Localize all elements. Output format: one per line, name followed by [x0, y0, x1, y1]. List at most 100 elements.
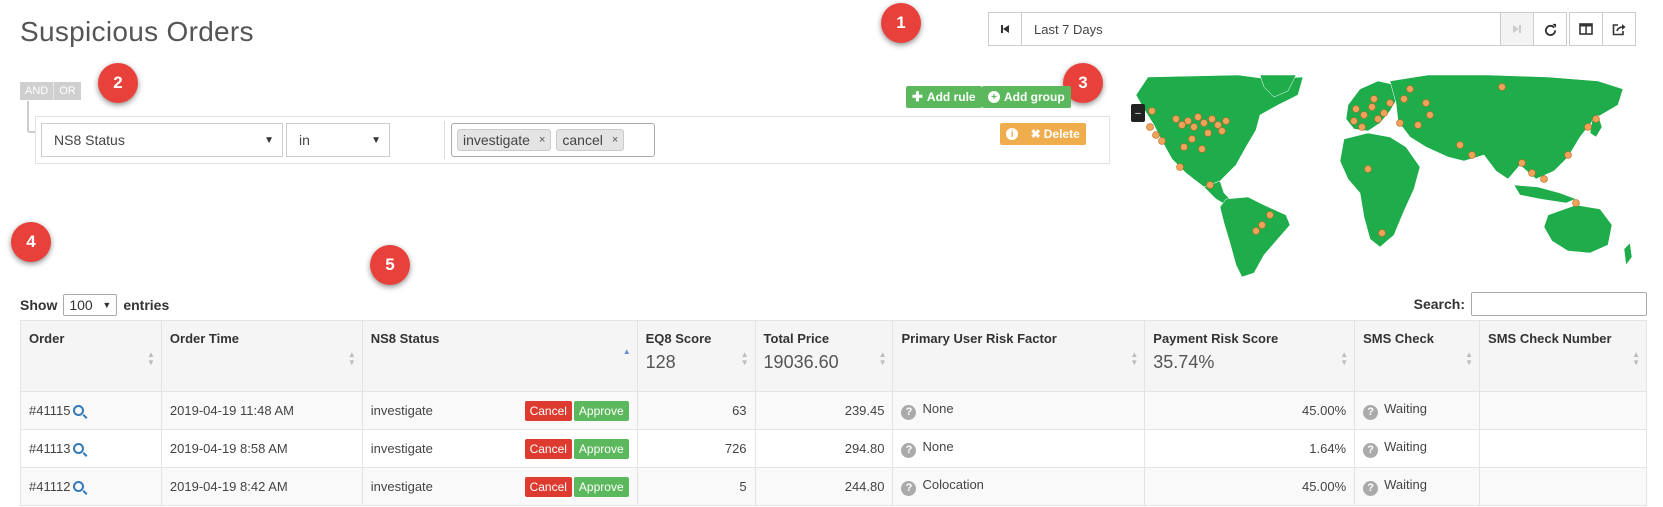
- remove-tag-icon[interactable]: ×: [539, 134, 545, 146]
- risk-factor: Colocation: [922, 477, 984, 493]
- total-price: 294.80: [754, 429, 894, 468]
- dropdown-caret-icon: ▼: [371, 134, 381, 146]
- sms-check-status: Waiting: [1384, 401, 1427, 417]
- search-icon[interactable]: [73, 481, 85, 492]
- orders-table: Order ▲ ▼ Order Time ▲ ▼ NS8 Status ▲ EQ8 Sco…: [20, 320, 1647, 506]
- plus-circle-icon: +: [988, 91, 1000, 103]
- sort-icon: ▲ ▼: [1340, 350, 1349, 367]
- payment-risk-score: 45.00%: [1144, 467, 1356, 506]
- search-input[interactable]: [1471, 292, 1647, 316]
- sms-check-number: [1479, 467, 1647, 506]
- callout-badge: 2: [98, 63, 138, 103]
- order-time: 2019-04-19 8:58 AM: [160, 429, 363, 468]
- question-icon: ?: [1363, 442, 1379, 458]
- skip-forward-icon: [1513, 25, 1521, 33]
- or-condition-button[interactable]: OR: [53, 82, 81, 100]
- date-range-toolbar: Last 7 Days: [988, 12, 1636, 46]
- table-row: #41113 2019-04-19 8:58 AM investigate Ca…: [20, 429, 1647, 468]
- columns-icon: [1579, 23, 1593, 35]
- callout-badge: 1: [881, 3, 921, 43]
- order-number-link[interactable]: #41113: [29, 441, 70, 456]
- search-icon[interactable]: [73, 405, 85, 416]
- page-title: Suspicious Orders: [20, 16, 254, 47]
- entries-select[interactable]: 100 ▼: [63, 294, 118, 316]
- column-header-eq8-score[interactable]: EQ8 Score 128 ▲ ▼: [636, 320, 756, 392]
- callout-badge: 5: [370, 245, 410, 285]
- order-number-link[interactable]: #41115: [29, 403, 70, 418]
- previous-range-button[interactable]: [988, 12, 1022, 46]
- sort-ascending-icon: ▲: [622, 347, 631, 356]
- table-row: #41115 2019-04-19 11:48 AM investigate C…: [20, 391, 1647, 430]
- value-tag: investigate ×: [457, 129, 552, 151]
- question-icon: ?: [901, 442, 917, 458]
- rule-field-select[interactable]: NS8 Status ▼: [41, 123, 283, 157]
- payment-risk-score: 1.64%: [1144, 429, 1356, 468]
- column-header-sms-check[interactable]: SMS Check ▲ ▼: [1354, 320, 1481, 392]
- sort-icon: ▲ ▼: [878, 350, 887, 367]
- zoom-out-button[interactable]: –: [1131, 104, 1145, 122]
- sort-icon: ▲ ▼: [1632, 350, 1640, 367]
- dropdown-caret-icon: ▼: [264, 134, 274, 146]
- column-header-payment-risk-score[interactable]: Payment Risk Score 35.74% ▲ ▼: [1144, 320, 1356, 392]
- condition-toggle: AND OR: [20, 82, 81, 100]
- order-number-link[interactable]: #41112: [29, 479, 70, 494]
- export-icon: [1612, 23, 1626, 35]
- eq8-score: 63: [636, 391, 756, 430]
- query-rule: NS8 Status ▼ in ▼ investigate × cancel ×: [35, 116, 1110, 164]
- question-icon: ?: [1363, 404, 1379, 420]
- ns8-status: investigate: [370, 479, 433, 494]
- column-header-ns8-status[interactable]: NS8 Status ▲: [361, 320, 638, 392]
- total-price: 244.80: [754, 467, 894, 506]
- sort-icon: ▲ ▼: [1465, 350, 1474, 367]
- ns8-status: investigate: [370, 403, 433, 418]
- cancel-button[interactable]: Cancel: [524, 476, 572, 497]
- sort-icon: ▲ ▼: [347, 350, 356, 367]
- sms-check-number: [1479, 429, 1647, 468]
- refresh-icon: [1544, 23, 1556, 36]
- sort-icon: ▲ ▼: [740, 350, 749, 367]
- rule-value-tags[interactable]: investigate × cancel ×: [451, 123, 655, 157]
- risk-factor: None: [922, 401, 954, 417]
- column-header-primary-user-risk-factor[interactable]: Primary User Risk Factor ▲ ▼: [892, 320, 1146, 392]
- refresh-button[interactable]: [1533, 12, 1567, 46]
- world-map[interactable]: [1128, 75, 1648, 277]
- and-condition-button[interactable]: AND: [20, 82, 54, 100]
- column-header-order[interactable]: Order ▲ ▼: [20, 320, 162, 392]
- table-search: Search:: [1414, 292, 1647, 316]
- approve-button[interactable]: Approve: [573, 400, 629, 421]
- dropdown-caret-icon: ▼: [102, 300, 112, 310]
- column-header-sms-check-number[interactable]: SMS Check Number ▲ ▼: [1479, 320, 1647, 392]
- approve-button[interactable]: Approve: [573, 438, 629, 459]
- eq8-score: 5: [636, 467, 756, 506]
- sort-icon: ▲ ▼: [146, 350, 155, 367]
- question-icon: ?: [1363, 480, 1379, 496]
- add-group-button[interactable]: + Add group: [982, 86, 1071, 108]
- columns-button[interactable]: [1569, 12, 1603, 46]
- column-header-total-price[interactable]: Total Price 19036.60 ▲ ▼: [754, 320, 894, 392]
- delete-rule-button[interactable]: i ✖ Delete: [1000, 123, 1086, 145]
- order-time: 2019-04-19 8:42 AM: [160, 467, 363, 506]
- add-rule-button[interactable]: ✚ Add rule: [906, 86, 982, 108]
- ns8-status: investigate: [370, 441, 433, 456]
- remove-tag-icon[interactable]: ×: [612, 134, 618, 146]
- risk-factor: None: [922, 439, 954, 455]
- rule-operator-select[interactable]: in ▼: [286, 123, 390, 157]
- close-icon: ✖: [1030, 127, 1041, 141]
- next-range-button[interactable]: [1500, 12, 1534, 46]
- question-icon: ?: [901, 404, 917, 420]
- cancel-button[interactable]: Cancel: [524, 400, 572, 421]
- cancel-button[interactable]: Cancel: [524, 438, 572, 459]
- date-range-input[interactable]: Last 7 Days: [1022, 12, 1500, 46]
- export-button[interactable]: [1602, 12, 1636, 46]
- plus-icon: ✚: [912, 89, 923, 104]
- column-header-order-time[interactable]: Order Time ▲ ▼: [160, 320, 363, 392]
- sort-icon: ▲ ▼: [1130, 350, 1139, 367]
- info-icon: i: [1006, 128, 1019, 140]
- show-entries-control: Show 100 ▼ entries: [20, 294, 169, 316]
- search-icon[interactable]: [73, 443, 85, 454]
- approve-button[interactable]: Approve: [573, 476, 629, 497]
- table-row: #41112 2019-04-19 8:42 AM investigate Ca…: [20, 467, 1647, 506]
- sms-check-status: Waiting: [1384, 439, 1427, 455]
- eq8-score: 726: [636, 429, 756, 468]
- sms-check-status: Waiting: [1384, 477, 1427, 493]
